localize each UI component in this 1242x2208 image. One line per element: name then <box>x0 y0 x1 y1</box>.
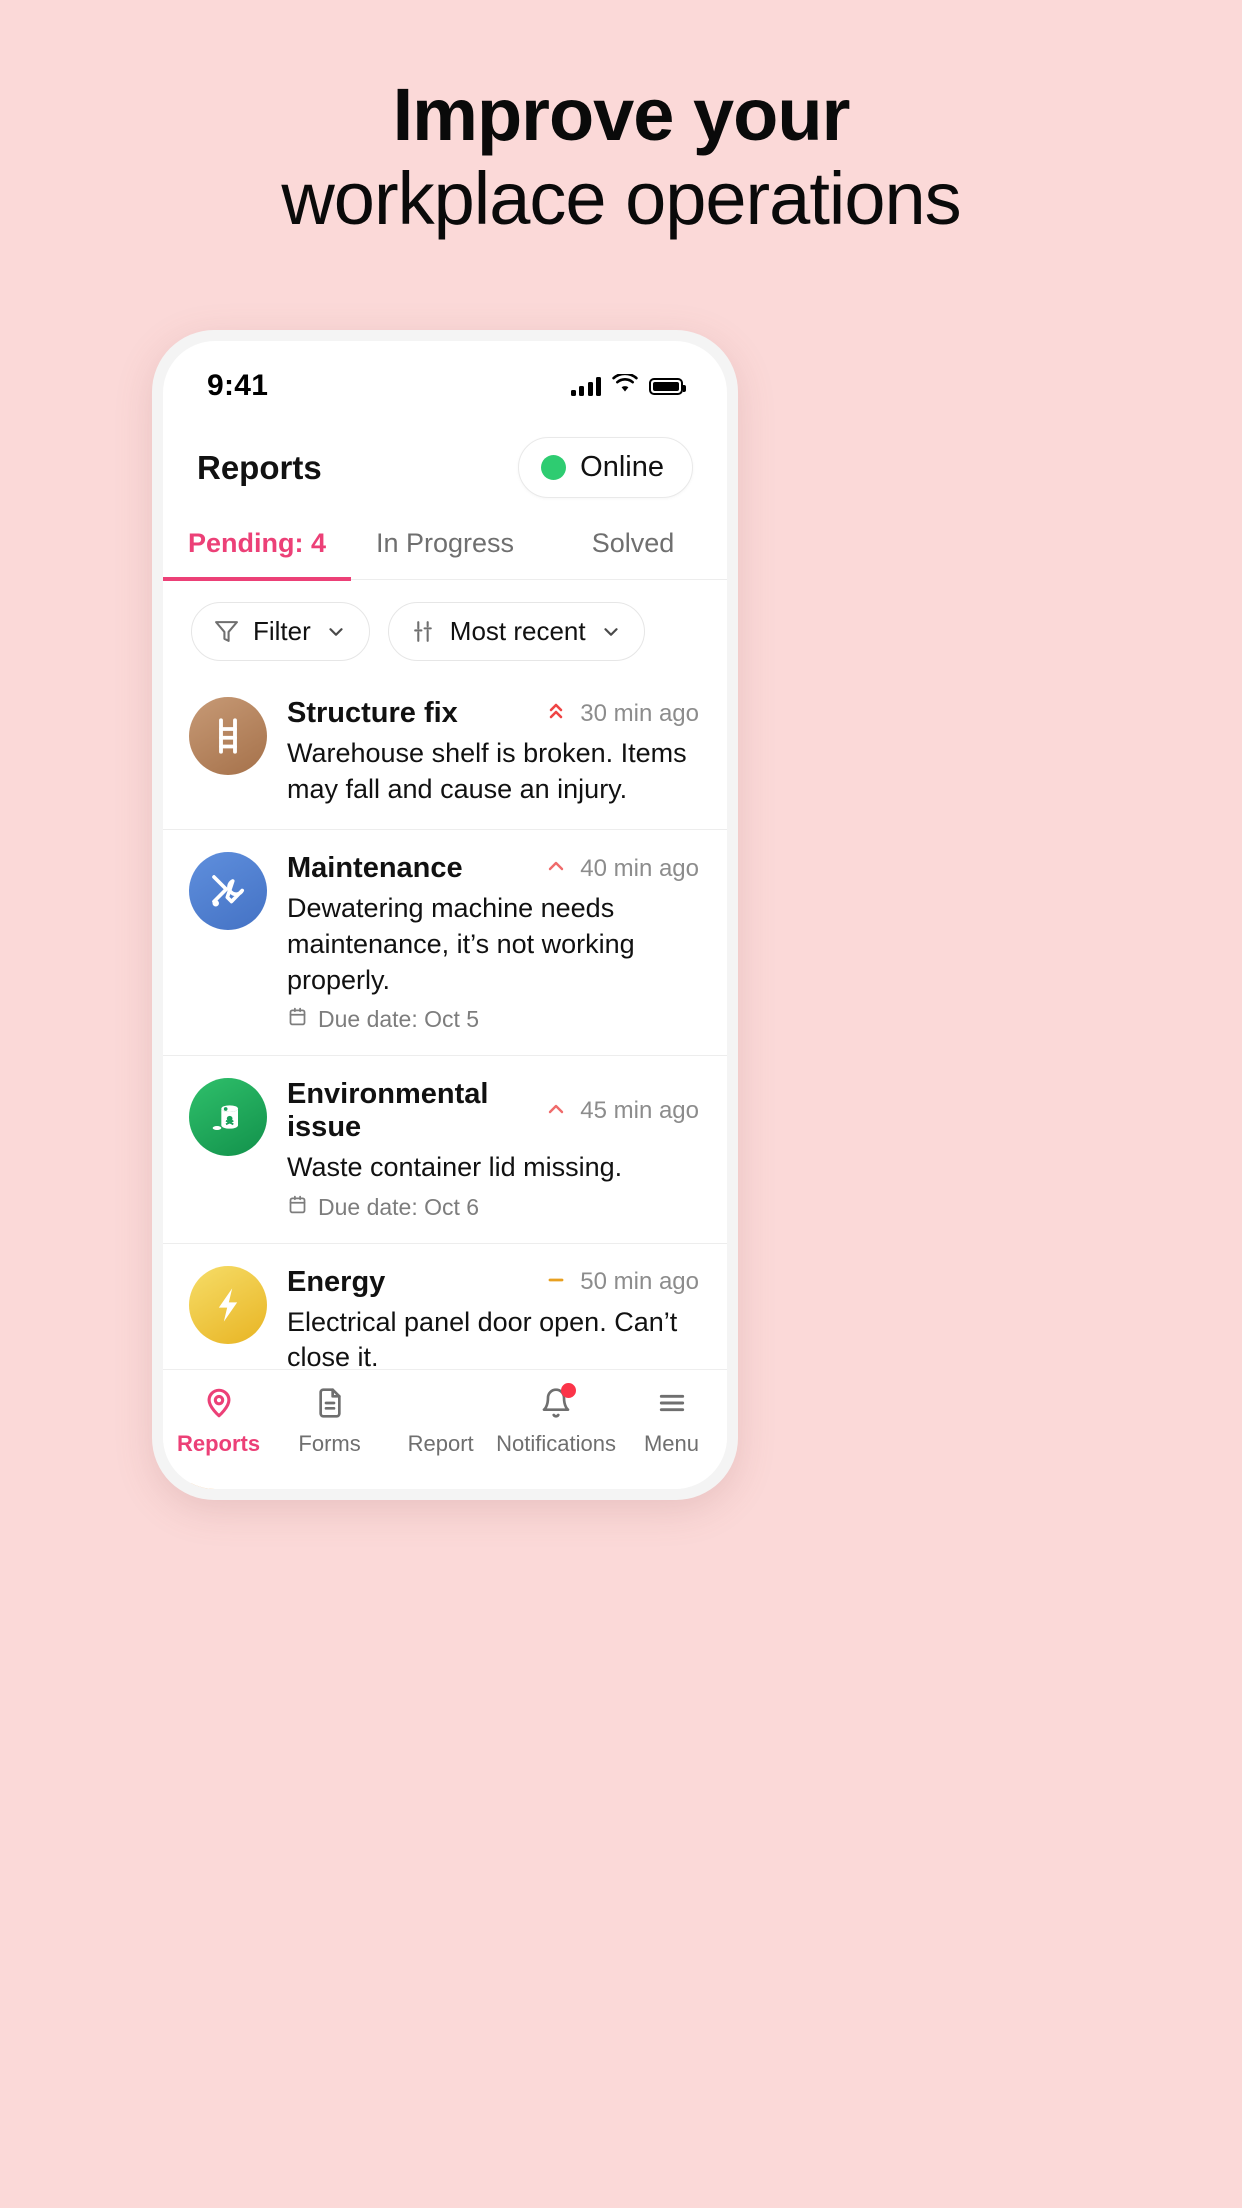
nav-item-report-label: Report <box>407 1431 474 1456</box>
report-title: Maintenance <box>287 852 463 885</box>
filter-button[interactable]: Filter <box>191 602 370 661</box>
report-meta: 30 min ago <box>544 699 699 728</box>
report-description: Dewatering machine needs maintenance, it… <box>287 893 635 995</box>
promo-headline: Improve your workplace operations <box>0 78 1242 247</box>
online-status-label: Online <box>580 451 664 483</box>
nav-item-reports-label: Reports <box>176 1431 261 1456</box>
report-time: 50 min ago <box>580 1268 699 1296</box>
report-tabs: Pending: 4 In Progress Solved <box>163 514 727 581</box>
status-bar-icons <box>570 372 686 398</box>
report-title: Energy <box>287 1265 386 1298</box>
app-header: Reports Online <box>163 415 727 514</box>
filter-label: Filter <box>253 616 311 646</box>
sort-button[interactable]: Most recent <box>387 602 645 661</box>
report-due-date: Due date: Oct 6 <box>287 1194 699 1221</box>
headline-line-2: workplace operations <box>281 157 961 240</box>
phone-screen: 9:41 Reports Online Pending: 4 In Progre… <box>163 341 727 1489</box>
tab-solved-label: Solved <box>591 528 675 558</box>
ladder-icon <box>189 697 267 775</box>
nav-item-menu[interactable]: Menu <box>616 1384 727 1457</box>
wifi-icon <box>612 372 638 398</box>
calendar-icon <box>287 1006 308 1033</box>
list-item-body: Structure fix 30 min ago Warehouse shelf… <box>287 697 699 807</box>
report-title: Environmental issue <box>287 1078 489 1144</box>
nav-item-notifications[interactable]: Notifications <box>496 1383 616 1457</box>
wrench-screwdriver-icon <box>189 852 267 931</box>
report-time: 45 min ago <box>580 1097 699 1125</box>
chevron-up-icon <box>544 854 568 883</box>
nav-item-forms[interactable]: Forms <box>274 1384 385 1457</box>
promo-screenshot: Improve your workplace operations 9:41 R… <box>0 0 1242 2208</box>
online-status-badge[interactable]: Online <box>518 437 693 498</box>
page-title: Reports <box>197 448 322 486</box>
tab-pending[interactable]: Pending: 4 <box>163 514 351 581</box>
hazard-barrel-icon <box>189 1078 267 1157</box>
list-item-body: Maintenance 40 min ago Dewatering machin… <box>287 852 699 1033</box>
double-chevron-up-icon <box>544 699 568 728</box>
list-item[interactable]: Environmental issue 45 min ago Waste con… <box>163 1056 727 1244</box>
list-item[interactable]: Structure fix 30 min ago Warehouse shelf… <box>163 675 727 831</box>
signal-bars-icon <box>570 376 601 396</box>
list-item[interactable]: Maintenance 40 min ago Dewatering machin… <box>163 830 727 1057</box>
report-time: 40 min ago <box>580 854 699 882</box>
report-description: Waste container lid missing. <box>287 1152 623 1183</box>
list-item-body: Environmental issue 45 min ago Waste con… <box>287 1078 699 1221</box>
hamburger-icon <box>656 1384 688 1422</box>
bottom-navigation: Reports Forms Report Notifications Menu <box>163 1369 727 1489</box>
list-item-header: Maintenance 40 min ago <box>287 852 699 885</box>
notification-badge <box>561 1383 577 1398</box>
report-description: Electrical panel door open. Can’t close … <box>287 1306 678 1373</box>
calendar-icon <box>287 1194 308 1221</box>
tab-in-progress[interactable]: In Progress <box>351 514 539 579</box>
nav-item-menu-label: Menu <box>643 1431 700 1456</box>
phone-mockup: 9:41 Reports Online Pending: 4 In Progre… <box>152 330 738 1500</box>
report-list: Structure fix 30 min ago Warehouse shelf… <box>163 675 727 1489</box>
document-icon <box>314 1384 346 1422</box>
nav-item-forms-label: Forms <box>298 1431 361 1456</box>
dash-icon <box>544 1268 568 1297</box>
status-bar: 9:41 <box>163 341 727 415</box>
list-item-header: Environmental issue 45 min ago <box>287 1078 699 1144</box>
list-item-header: Energy 50 min ago <box>287 1266 699 1299</box>
sliders-icon <box>411 619 436 644</box>
list-item-header: Structure fix 30 min ago <box>287 697 699 730</box>
bell-icon <box>540 1383 577 1422</box>
report-meta: 50 min ago <box>544 1268 699 1297</box>
report-due-date-label: Due date: Oct 6 <box>318 1193 480 1220</box>
report-time: 30 min ago <box>580 699 699 727</box>
funnel-icon <box>214 619 239 644</box>
chevron-up-icon <box>544 1097 568 1126</box>
report-due-date: Due date: Oct 5 <box>287 1006 699 1033</box>
battery-icon <box>649 377 686 395</box>
green-status-dot <box>541 455 567 480</box>
status-bar-clock: 9:41 <box>207 369 269 402</box>
sort-label: Most recent <box>449 616 586 646</box>
nav-item-notifications-label: Notifications <box>496 1431 616 1456</box>
report-title: Structure fix <box>287 697 458 729</box>
report-due-date-label: Due date: Oct 5 <box>318 1006 480 1033</box>
nav-item-reports[interactable]: Reports <box>163 1384 274 1457</box>
tab-solved[interactable]: Solved <box>539 514 727 579</box>
tab-pending-label: Pending: 4 <box>187 528 326 558</box>
report-description: Warehouse shelf is broken. Items may fal… <box>287 738 687 804</box>
map-pin-icon <box>202 1384 236 1422</box>
nav-item-report[interactable]: Report <box>385 1384 496 1457</box>
headline-line-1: Improve your <box>392 73 851 156</box>
chevron-down-icon <box>325 621 347 643</box>
tab-in-progress-label: In Progress <box>375 528 515 558</box>
chevron-down-icon <box>600 621 622 643</box>
filter-row: Filter Most recent <box>163 580 727 675</box>
report-meta: 40 min ago <box>544 854 699 883</box>
report-meta: 45 min ago <box>544 1097 699 1126</box>
lightning-bolt-icon <box>189 1265 267 1344</box>
